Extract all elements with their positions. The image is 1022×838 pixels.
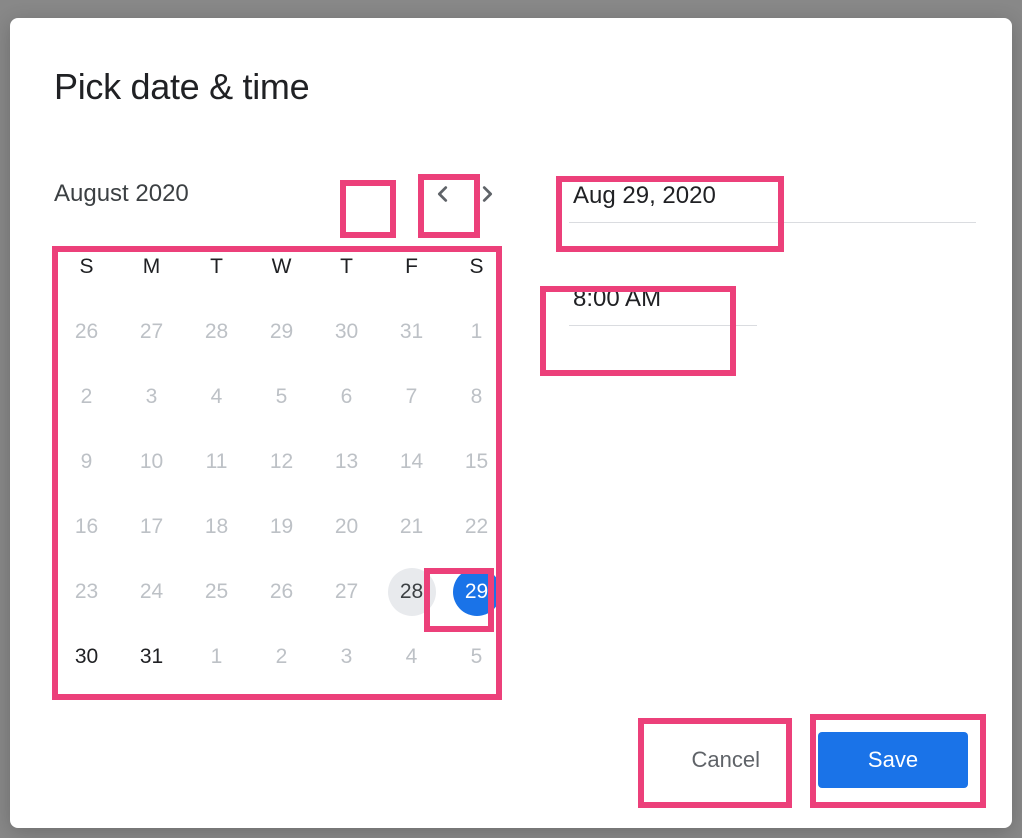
save-button[interactable]: Save	[818, 732, 968, 788]
weekday-header: W	[249, 234, 314, 299]
calendar-day[interactable]: 30	[63, 633, 111, 681]
calendar-day[interactable]: 26	[258, 568, 306, 616]
calendar-day[interactable]: 5	[453, 633, 501, 681]
calendar-day[interactable]: 31	[128, 633, 176, 681]
calendar-day[interactable]: 3	[128, 373, 176, 421]
calendar-day[interactable]: 24	[128, 568, 176, 616]
calendar-day[interactable]: 20	[323, 503, 371, 551]
dialog-title: Pick date & time	[54, 66, 968, 108]
calendar-day[interactable]: 17	[128, 503, 176, 551]
calendar-day[interactable]: 13	[323, 438, 371, 486]
calendar-day[interactable]: 6	[323, 373, 371, 421]
date-time-picker-dialog: Pick date & time August 2020 SMTWTFS2627…	[10, 18, 1012, 828]
calendar-day[interactable]: 5	[258, 373, 306, 421]
calendar-day[interactable]: 27	[128, 308, 176, 356]
date-input[interactable]	[569, 172, 976, 223]
cancel-button[interactable]: Cancel	[662, 732, 790, 788]
calendar-day[interactable]: 1	[193, 633, 241, 681]
calendar-panel: August 2020 SMTWTFS262728293031123456789…	[54, 172, 509, 689]
dialog-footer: Cancel Save	[662, 732, 968, 788]
calendar-day[interactable]: 22	[453, 503, 501, 551]
calendar-day[interactable]: 12	[258, 438, 306, 486]
calendar-day[interactable]: 14	[388, 438, 436, 486]
calendar-day[interactable]: 2	[63, 373, 111, 421]
calendar-day[interactable]: 3	[323, 633, 371, 681]
datetime-fields	[569, 172, 968, 689]
weekday-header: S	[444, 234, 509, 299]
calendar-day[interactable]: 8	[453, 373, 501, 421]
calendar-day[interactable]: 30	[323, 308, 371, 356]
calendar-day-today[interactable]: 28	[388, 568, 436, 616]
calendar-day[interactable]: 7	[388, 373, 436, 421]
time-input[interactable]	[569, 275, 757, 326]
calendar-day[interactable]: 4	[388, 633, 436, 681]
calendar-day[interactable]: 23	[63, 568, 111, 616]
calendar-day[interactable]: 21	[388, 503, 436, 551]
weekday-header: T	[314, 234, 379, 299]
month-year-label: August 2020	[54, 180, 421, 208]
chevron-left-icon	[432, 183, 454, 205]
calendar-day-selected[interactable]: 29	[453, 568, 501, 616]
calendar-day[interactable]: 19	[258, 503, 306, 551]
calendar-grid[interactable]: SMTWTFS262728293031123456789101112131415…	[54, 234, 509, 689]
calendar-day[interactable]: 10	[128, 438, 176, 486]
weekday-header: T	[184, 234, 249, 299]
prev-month-button[interactable]	[421, 172, 465, 216]
calendar-day[interactable]: 16	[63, 503, 111, 551]
calendar-day[interactable]: 4	[193, 373, 241, 421]
calendar-day[interactable]: 9	[63, 438, 111, 486]
calendar-day[interactable]: 15	[453, 438, 501, 486]
calendar-day[interactable]: 29	[258, 308, 306, 356]
next-month-button[interactable]	[465, 172, 509, 216]
weekday-header: S	[54, 234, 119, 299]
weekday-header: M	[119, 234, 184, 299]
calendar-day[interactable]: 28	[193, 308, 241, 356]
calendar-day[interactable]: 1	[453, 308, 501, 356]
calendar-day[interactable]: 25	[193, 568, 241, 616]
calendar-day[interactable]: 2	[258, 633, 306, 681]
calendar-day[interactable]: 11	[193, 438, 241, 486]
calendar-day[interactable]: 31	[388, 308, 436, 356]
chevron-right-icon	[476, 183, 498, 205]
calendar-day[interactable]: 27	[323, 568, 371, 616]
calendar-day[interactable]: 26	[63, 308, 111, 356]
weekday-header: F	[379, 234, 444, 299]
calendar-day[interactable]: 18	[193, 503, 241, 551]
